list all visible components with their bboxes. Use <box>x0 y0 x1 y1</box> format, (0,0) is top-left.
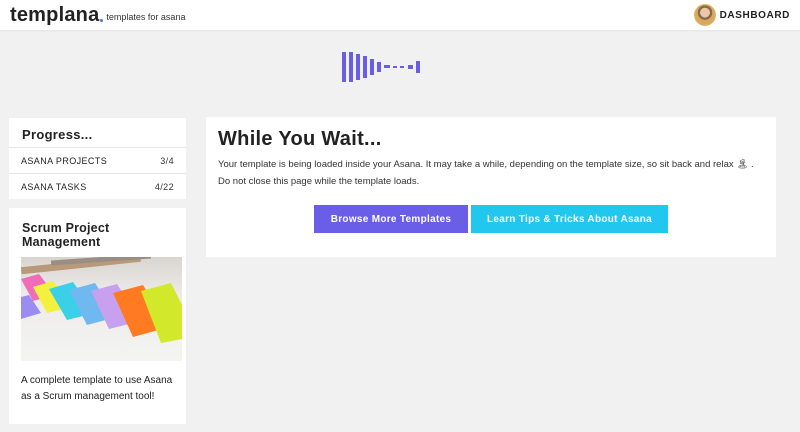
wait-message: Your template is being loaded inside you… <box>218 156 768 190</box>
brand-logo[interactable]: templana templates for asana <box>10 5 185 25</box>
progress-title: Progress... <box>22 127 93 142</box>
template-title: Scrum Project Management <box>22 221 110 249</box>
wait-message-line: Your template is being loaded inside you… <box>218 159 754 170</box>
wait-title: While You Wait... <box>218 128 382 150</box>
template-description: A complete template to use Asana as a Sc… <box>21 375 173 402</box>
progress-row-count: 4/22 <box>154 181 174 192</box>
dashboard-button[interactable]: DASHBOARD <box>693 4 790 26</box>
progress-row-projects: ASANA PROJECTS 3/4 <box>9 147 186 173</box>
wait-panel: While You Wait... Your template is being… <box>206 117 776 257</box>
progress-row-count: 3/4 <box>160 155 174 166</box>
brand-tagline: templates for asana <box>106 12 186 22</box>
browse-templates-button[interactable]: Browse More Templates <box>314 205 468 233</box>
progress-row-label: ASANA TASKS <box>21 181 87 192</box>
template-card: Scrum Project Management A complete temp <box>9 208 186 424</box>
progress-row-label: ASANA PROJECTS <box>21 155 108 166</box>
template-image <box>21 257 182 361</box>
wait-message-line: Do not close this page while the templat… <box>218 176 420 187</box>
learn-tips-button[interactable]: Learn Tips & Tricks About Asana <box>471 205 668 233</box>
progress-row-tasks: ASANA TASKS 4/22 <box>9 173 186 199</box>
avatar[interactable] <box>693 4 716 26</box>
loading-bars-icon <box>342 52 432 82</box>
top-bar: templana templates for asana DASHBOARD <box>0 0 800 30</box>
brand-name: templana <box>10 4 100 26</box>
dashboard-label: DASHBOARD <box>719 9 790 21</box>
brand-dot-icon <box>100 19 104 22</box>
progress-panel: Progress... ASANA PROJECTS 3/4 ASANA TAS… <box>9 118 186 199</box>
